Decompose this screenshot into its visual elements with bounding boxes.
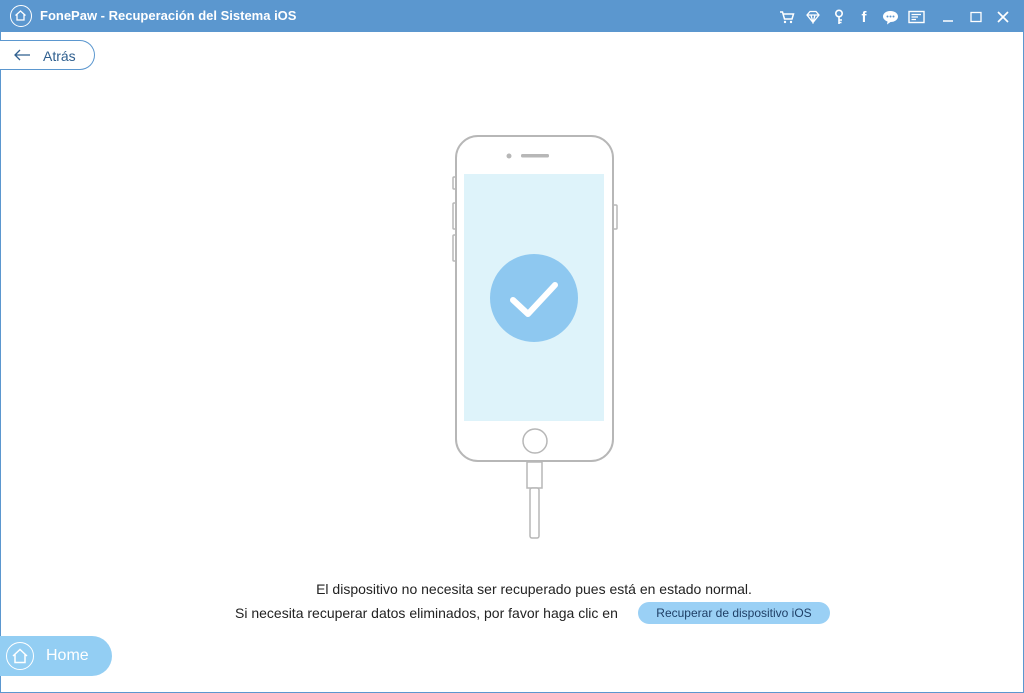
recover-from-ios-device-button[interactable]: Recuperar de dispositivo iOS [638, 602, 830, 624]
window-title: FonePaw - Recuperación del Sistema iOS [40, 8, 297, 23]
back-button-label: Atrás [43, 48, 76, 64]
title-bar: FonePaw - Recuperación del Sistema iOS f [1, 1, 1023, 32]
recover-hint-text: Si necesita recuperar datos eliminados, … [235, 605, 618, 621]
home-button[interactable]: Home [0, 636, 112, 676]
feedback-icon[interactable] [906, 7, 926, 27]
app-logo-icon [10, 5, 32, 27]
status-message: El dispositivo no necesita ser recuperad… [316, 581, 752, 597]
arrow-left-icon [14, 49, 30, 61]
home-icon [6, 642, 34, 670]
key-icon[interactable] [829, 7, 849, 27]
back-button[interactable]: Atrás [0, 40, 95, 70]
cart-icon[interactable] [777, 7, 797, 27]
check-circle-icon [490, 254, 578, 342]
maximize-icon[interactable] [966, 7, 986, 27]
home-button-label: Home [46, 647, 89, 664]
close-icon[interactable] [993, 7, 1013, 27]
app-window: FonePaw - Recuperación del Sistema iOS f… [0, 0, 1024, 693]
facebook-icon[interactable]: f [854, 7, 874, 27]
phone-illustration [421, 129, 651, 549]
minimize-icon[interactable] [938, 7, 958, 27]
chat-icon[interactable] [880, 7, 900, 27]
diamond-icon[interactable] [803, 7, 823, 27]
